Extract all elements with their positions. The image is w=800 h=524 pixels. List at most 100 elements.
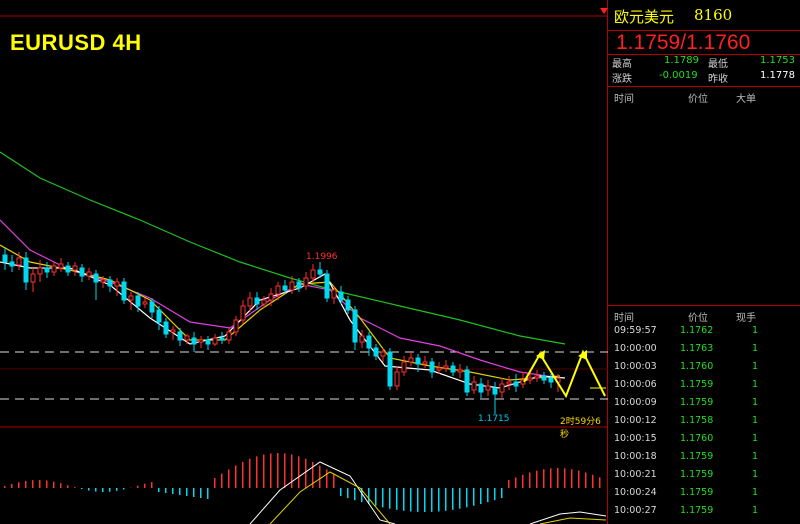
candle-up [436,367,442,371]
prev-close-value: 1.1778 [760,70,795,81]
trade-price: 1.1759 [680,379,714,390]
pair-code: 8160 [694,6,733,24]
macd-histogram-bar [508,480,510,488]
trade-time: 10:00:21 [614,469,657,480]
trade-price: 1.1762 [680,325,714,336]
macd-histogram-bar [382,488,384,508]
macd-histogram-bar [53,481,55,488]
trade-time: 10:00:24 [614,487,657,498]
macd-histogram-bar [536,470,538,488]
candle-up [198,339,204,343]
candle-up [100,279,106,283]
candle-down [373,347,379,357]
macd-histogram-bar [571,469,573,488]
big-orders-volume-header: 大单 [736,94,756,105]
candle-up [303,277,309,287]
candle-up [359,335,365,343]
trade-row: 09:59:57 1.1762 1 [608,323,800,341]
macd-histogram-bar [459,488,461,509]
divider [608,86,800,87]
macd-histogram-bar [39,480,41,488]
trade-price: 1.1758 [680,415,714,426]
candle-down [478,383,484,393]
macd-histogram-bar [578,470,580,488]
macd-histogram-bar [473,488,475,506]
trade-time: 10:00:03 [614,361,657,372]
trade-time: 10:00:09 [614,397,657,408]
candle-up [268,293,274,301]
trade-time: 10:00:15 [614,433,657,444]
macd-histogram-bar [95,488,97,492]
macd-histogram-bar [333,473,335,488]
candle-up [30,273,36,283]
candle-down [23,257,29,283]
macd-histogram-bar [466,488,468,508]
macd-histogram-bar [410,488,412,512]
macd-histogram-bar [18,482,20,488]
candlestick-chart[interactable] [0,0,608,524]
macd-histogram-bar [480,488,482,504]
divider [608,305,800,306]
macd-histogram-bar [193,488,195,497]
bar-countdown: 2时59分6秒 [560,417,601,440]
macd-histogram-bar [256,456,258,488]
macd-histogram-bar [249,458,251,488]
trade-volume: 1 [752,487,759,498]
macd-histogram-bar [550,468,552,488]
macd-histogram-bar [403,488,405,511]
macd-histogram-bar [74,487,76,488]
macd-histogram-bar [151,482,153,488]
candle-up [72,265,78,271]
trade-row: 10:00:09 1.1759 1 [608,395,800,413]
trade-price: 1.1760 [680,361,714,372]
candle-down [450,365,456,373]
macd-histogram-bar [88,488,90,491]
candle-up [534,375,540,379]
trade-volume: 1 [752,361,759,372]
macd-histogram-bar [186,488,188,496]
macd-histogram-bar [109,488,111,492]
candle-up [471,381,477,391]
low-price-label: 1.1715 [478,414,510,424]
candle-down [429,361,435,373]
high-price-label: 1.1996 [306,252,338,262]
candle-up [142,301,148,305]
macd-histogram-bar [179,488,181,495]
candle-up [247,297,253,307]
candle-up [16,257,22,266]
candle-down [548,377,554,383]
candle-up [58,263,64,269]
candle-up [380,351,386,357]
candle-up [261,299,267,305]
candle-down [352,309,358,343]
macd-histogram-bar [214,478,216,488]
trade-time: 09:59:57 [614,325,657,336]
macd-histogram-bar [4,486,6,488]
candle-up [51,265,57,273]
panel-toggle-arrow-icon[interactable] [600,8,608,14]
macd-histogram-bar [235,465,237,488]
chart-area[interactable]: EURUSD 4H 1.1996 1.1715 2时59分6秒 [0,0,608,524]
macd-histogram-bar [32,480,34,488]
candle-up [408,357,414,363]
trades-volume-header: 现手 [736,313,756,324]
candle-up [422,361,428,365]
macd-histogram-bar [522,474,524,488]
candle-down [156,309,162,323]
macd-histogram-bar [515,477,517,488]
macd-histogram-bar [487,488,489,503]
candle-down [324,273,330,299]
trade-row: 10:00:24 1.1759 1 [608,485,800,503]
macd-histogram-bar [137,485,139,488]
macd-histogram-bar [277,453,279,488]
macd-histogram-bar [305,458,307,488]
candle-up [443,365,449,369]
candle-up [289,281,295,291]
low-stat-label: 最低 [708,59,728,70]
macd-histogram-bar [340,488,342,496]
macd-histogram-bar [417,488,419,512]
trade-row: 10:00:00 1.1763 1 [608,341,800,359]
trade-price: 1.1759 [680,487,714,498]
trades-price-header: 价位 [688,313,708,324]
candle-down [93,273,99,283]
